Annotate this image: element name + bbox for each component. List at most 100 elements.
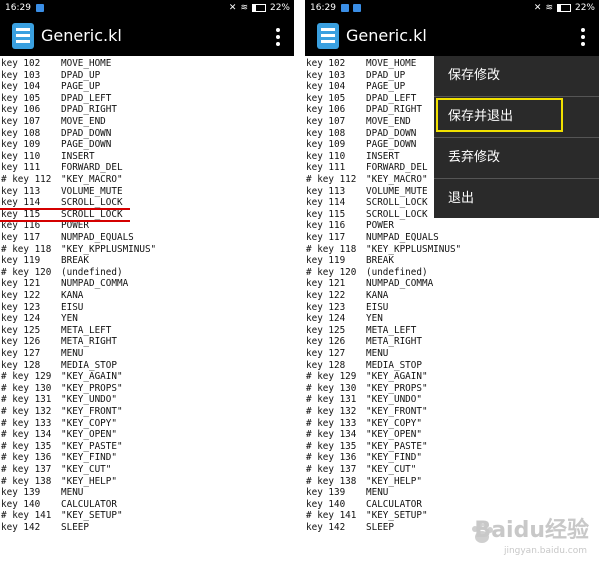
overflow-menu-icon[interactable] — [276, 28, 280, 46]
key-code: # key 141 — [1, 510, 52, 522]
key-name: "KEY_PROPS" — [61, 382, 123, 394]
key-code: key 104 — [1, 81, 41, 93]
red-underline — [0, 220, 130, 222]
key-name: MEDIA_STOP — [366, 359, 422, 371]
app-title: Generic.kl — [346, 26, 427, 45]
key-code: # key 137 — [306, 464, 357, 475]
key-code: key 111 — [306, 162, 346, 174]
key-name: (undefined) — [61, 266, 123, 278]
key-code: # key 112 — [1, 174, 52, 185]
key-code: key 110 — [1, 150, 41, 162]
key-code: key 142 — [306, 522, 346, 533]
key-name: KANA — [366, 290, 389, 301]
key-name: "KEY_COPY" — [61, 417, 117, 429]
key-name: "KEY_HELP" — [61, 475, 117, 487]
key-code: key 140 — [306, 498, 346, 510]
key-code: key 142 — [1, 522, 41, 533]
key-code: key 103 — [306, 69, 346, 81]
key-name: "KEY_PROPS" — [366, 382, 428, 394]
key-code: key 108 — [306, 127, 346, 139]
key-code: # key 112 — [306, 174, 357, 185]
notification-icon — [341, 4, 349, 12]
battery-percent: 22% — [269, 3, 290, 13]
key-name: SLEEP — [61, 522, 89, 533]
mute-icon: ✕ — [228, 3, 237, 13]
status-time: 16:29 — [5, 3, 31, 13]
key-name: SCROLL_LOCK — [61, 208, 123, 220]
watermark: Baidu经验 jingyan.baidu.com — [469, 518, 589, 562]
battery-icon — [556, 4, 571, 12]
menu-item-discard[interactable]: 丢弃修改 — [434, 138, 599, 178]
status-right: ✕ ≋ 22% — [534, 0, 595, 16]
status-bar: 16:29 ✕ ≋ 22% — [0, 0, 294, 16]
key-code: # key 120 — [306, 266, 357, 278]
key-name: DPAD_RIGHT — [61, 104, 117, 116]
key-name: POWER — [366, 220, 394, 232]
key-name: VOLUME_MUTE — [366, 185, 428, 197]
key-name: META_LEFT — [366, 324, 417, 336]
key-name: MOVE_END — [61, 116, 106, 127]
key-code: # key 118 — [1, 243, 52, 255]
key-code: # key 138 — [1, 475, 52, 487]
overflow-menu-icon[interactable] — [581, 28, 585, 46]
key-name: "KEY_FRONT" — [366, 406, 428, 417]
key-name: DPAD_DOWN — [61, 127, 112, 139]
key-name: "KEY_CUT" — [61, 464, 112, 475]
key-code: # key 132 — [306, 406, 357, 417]
menu-item-exit[interactable]: 退出 — [434, 179, 599, 219]
status-time: 16:29 — [310, 3, 336, 13]
key-name: MENU — [366, 487, 389, 499]
key-name: "KEY_SETUP" — [366, 510, 428, 522]
key-name: YEN — [366, 313, 383, 325]
key-name: NUMPAD_COMMA — [366, 278, 434, 290]
key-name: CALCULATOR — [61, 498, 117, 510]
key-code: key 127 — [306, 348, 346, 359]
app-icon — [317, 23, 339, 49]
key-name: DPAD_UP — [61, 69, 101, 81]
key-name: (undefined) — [366, 266, 428, 278]
key-code: # key 135 — [306, 440, 357, 452]
key-name: NUMPAD_EQUALS — [366, 232, 439, 243]
key-name: "KEY_KPPLUSMINUS" — [366, 243, 462, 255]
key-name: DPAD_UP — [366, 69, 406, 81]
key-code: key 116 — [1, 220, 41, 232]
key-name: "KEY_FIND" — [366, 452, 422, 464]
key-name: SCROLL_LOCK — [366, 197, 428, 209]
status-bar: 16:29 ✕ ≋ 22% — [305, 0, 599, 16]
key-code: # key 120 — [1, 266, 52, 278]
key-name: META_LEFT — [61, 324, 112, 336]
key-code: key 128 — [1, 359, 41, 371]
app-bar: Generic.kl — [0, 16, 294, 56]
key-code: key 105 — [306, 92, 346, 104]
key-code: key 116 — [306, 220, 346, 232]
key-code: key 128 — [306, 359, 346, 371]
key-code: key 126 — [1, 336, 41, 348]
key-code: key 104 — [306, 81, 346, 93]
key-name: KANA — [61, 290, 84, 301]
mute-icon: ✕ — [533, 3, 542, 13]
key-name: "KEY_OPEN" — [61, 429, 117, 441]
key-name: FORWARD_DEL — [61, 162, 123, 174]
status-right: ✕ ≋ 22% — [229, 0, 290, 16]
key-code: key 113 — [306, 185, 346, 197]
key-name: CALCULATOR — [366, 498, 422, 510]
menu-item-save[interactable]: 保存修改 — [434, 56, 599, 96]
wifi-icon: ≋ — [545, 3, 553, 13]
key-code: # key 137 — [1, 464, 52, 475]
key-code: key 106 — [1, 104, 41, 116]
key-code: key 102 — [306, 58, 346, 69]
key-name: PAGE_UP — [61, 81, 101, 93]
key-name: DPAD_LEFT — [366, 92, 417, 104]
key-name: DPAD_RIGHT — [366, 104, 422, 116]
key-name: "KEY_UNDO" — [366, 394, 422, 406]
key-code: key 125 — [1, 324, 41, 336]
key-name: "KEY_PASTE" — [366, 440, 428, 452]
key-code: # key 131 — [306, 394, 357, 406]
key-code: key 105 — [1, 92, 41, 104]
menu-item-label: 退出 — [448, 191, 475, 206]
key-name: YEN — [61, 313, 78, 325]
key-name: MOVE_HOME — [366, 58, 417, 69]
key-code: key 106 — [306, 104, 346, 116]
key-name: "KEY_MACRO" — [366, 174, 428, 185]
notification-icon — [353, 4, 361, 12]
